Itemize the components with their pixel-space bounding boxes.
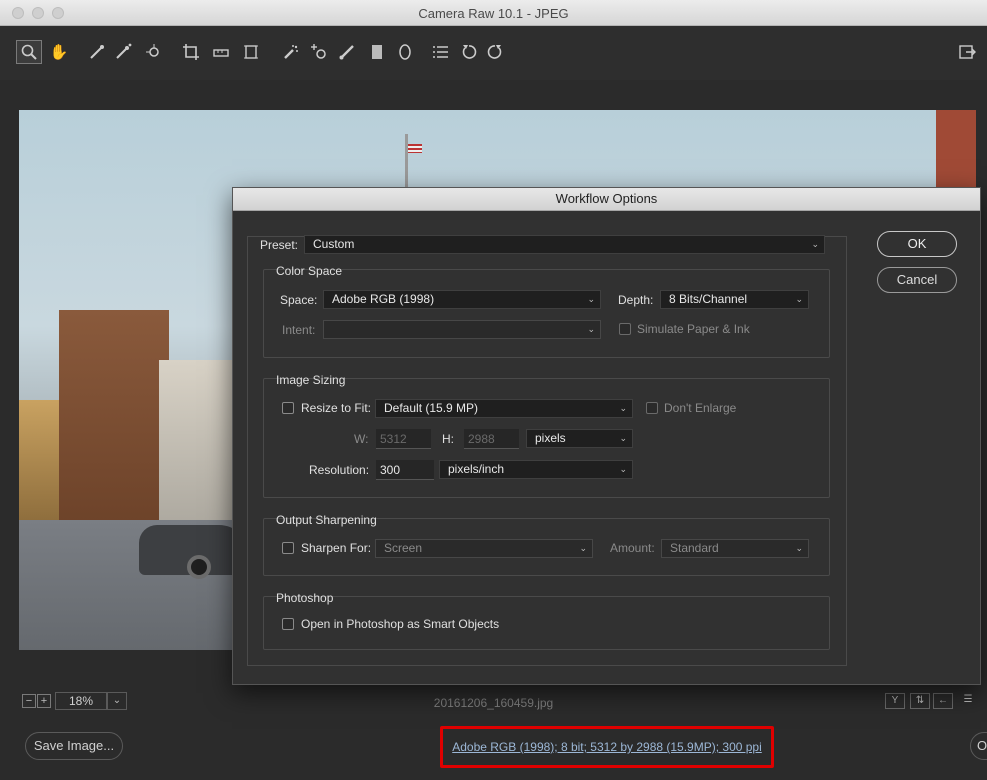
- chevron-down-icon: ⌄: [587, 294, 595, 304]
- open-image-button[interactable]: O: [970, 732, 987, 760]
- building: [59, 310, 169, 540]
- before-after-toggle[interactable]: Y: [885, 693, 905, 709]
- preset-select[interactable]: Custom ⌄: [304, 235, 825, 254]
- amount-label: Amount:: [610, 541, 655, 555]
- white-balance-icon[interactable]: [84, 40, 110, 64]
- resize-to-fit-checkbox[interactable]: [282, 402, 294, 414]
- depth-label: Depth:: [618, 293, 654, 307]
- status-bar: − + 18% ⌄ 20161206_160459.jpg Y ⇅ ← ☰: [0, 690, 987, 714]
- width-input[interactable]: 5312: [376, 429, 431, 449]
- workflow-options-link[interactable]: Adobe RGB (1998); 8 bit; 5312 by 2988 (1…: [440, 726, 774, 768]
- width-label: W:: [354, 432, 369, 446]
- chevron-down-icon: ⌄: [795, 543, 803, 553]
- adjustment-brush-icon[interactable]: [334, 40, 360, 64]
- crop-icon[interactable]: [178, 40, 204, 64]
- spot-removal-icon[interactable]: [278, 40, 304, 64]
- window-title: Camera Raw 10.1 - JPEG: [418, 6, 569, 21]
- rotate-right-icon[interactable]: [482, 40, 508, 64]
- dont-enlarge-label: Don't Enlarge: [664, 401, 737, 415]
- cancel-button[interactable]: Cancel: [877, 267, 957, 293]
- rotate-left-icon[interactable]: [456, 40, 482, 64]
- resize-to-fit-select[interactable]: Default (15.9 MP) ⌄: [375, 399, 633, 418]
- filename: 20161206_160459.jpg: [433, 696, 554, 710]
- resolution-unit-select[interactable]: pixels/inch ⌄: [439, 460, 633, 479]
- dont-enlarge-checkbox[interactable]: [646, 402, 658, 414]
- photoshop-group: Photoshop Open in Photoshop as Smart Obj…: [263, 591, 830, 650]
- chevron-down-icon: ⌄: [811, 239, 819, 249]
- group-title: Output Sharpening: [276, 513, 377, 527]
- smart-objects-checkbox[interactable]: [282, 618, 294, 630]
- resolution-label: Resolution:: [309, 463, 370, 477]
- preset-label: Preset:: [260, 238, 299, 252]
- toggle-fullscreen-icon[interactable]: [954, 40, 980, 64]
- sharpen-for-label: Sharpen For:: [301, 541, 372, 555]
- group-title: Image Sizing: [276, 373, 346, 387]
- intent-select[interactable]: ⌄: [323, 320, 601, 339]
- toolbar: ✋: [0, 26, 987, 80]
- simulate-paper-label: Simulate Paper & Ink: [637, 322, 750, 336]
- resolution-input[interactable]: 300: [376, 460, 434, 480]
- transform-icon[interactable]: [238, 40, 264, 64]
- depth-value: 8 Bits/Channel: [669, 292, 748, 306]
- flagpole: [405, 134, 408, 194]
- swap-settings-icon[interactable]: ⇅: [910, 693, 930, 709]
- depth-select[interactable]: 8 Bits/Channel ⌄: [660, 290, 809, 309]
- graduated-filter-icon[interactable]: [364, 40, 390, 64]
- chevron-down-icon: ⌄: [619, 403, 627, 413]
- height-input[interactable]: 2988: [464, 429, 519, 449]
- group-title: Color Space: [276, 264, 343, 278]
- output-sharpening-group: Output Sharpening Sharpen For: Screen ⌄ A…: [263, 513, 830, 576]
- workflow-options-dialog: Workflow Options Preset: Custom ⌄ Color S…: [232, 187, 981, 685]
- chevron-down-icon: ⌄: [619, 464, 627, 474]
- options-panel: Preset: Custom ⌄ Color Space Space: Adobe…: [247, 235, 847, 666]
- simulate-paper-checkbox[interactable]: [619, 323, 631, 335]
- chevron-down-icon: ⌄: [795, 294, 803, 304]
- size-unit-value: pixels: [535, 431, 566, 445]
- sharpen-for-checkbox[interactable]: [282, 542, 294, 554]
- chevron-down-icon: ⌄: [619, 433, 627, 443]
- dialog-title: Workflow Options: [233, 188, 980, 211]
- resize-to-fit-value: Default (15.9 MP): [384, 401, 479, 415]
- copy-settings-icon[interactable]: ←: [933, 693, 953, 709]
- preferences-icon[interactable]: [428, 40, 454, 64]
- chevron-down-icon: ⌄: [579, 543, 587, 553]
- smart-objects-label: Open in Photoshop as Smart Objects: [301, 617, 500, 631]
- red-eye-icon[interactable]: [306, 40, 332, 64]
- color-sampler-icon[interactable]: [110, 40, 136, 64]
- amount-value: Standard: [670, 541, 719, 555]
- sharpen-for-select[interactable]: Screen ⌄: [375, 539, 593, 558]
- image-sizing-group: Image Sizing Resize to Fit: Default (15.…: [263, 373, 830, 498]
- resize-to-fit-label: Resize to Fit:: [301, 401, 372, 415]
- title-bar: Camera Raw 10.1 - JPEG: [0, 0, 987, 26]
- space-label: Space:: [280, 293, 318, 307]
- size-unit-select[interactable]: pixels ⌄: [526, 429, 633, 448]
- radial-filter-icon[interactable]: [392, 40, 418, 64]
- straighten-icon[interactable]: [208, 40, 234, 64]
- chevron-down-icon: ⌄: [587, 324, 595, 334]
- resolution-unit-value: pixels/inch: [448, 462, 505, 476]
- targeted-adjustment-icon[interactable]: [141, 40, 167, 64]
- flag: [408, 144, 422, 153]
- color-space-group: Color Space Space: Adobe RGB (1998) ⌄ Dep…: [263, 264, 830, 358]
- space-value: Adobe RGB (1998): [332, 292, 435, 306]
- preset-value: Custom: [313, 237, 355, 251]
- height-label: H:: [442, 432, 454, 446]
- space-select[interactable]: Adobe RGB (1998) ⌄: [323, 290, 601, 309]
- sharpen-for-value: Screen: [384, 541, 423, 555]
- zoom-icon[interactable]: [16, 40, 42, 64]
- settings-icon[interactable]: ☰: [958, 693, 978, 709]
- ok-button[interactable]: OK: [877, 231, 957, 257]
- save-image-button[interactable]: Save Image...: [25, 732, 123, 760]
- hand-icon[interactable]: ✋: [46, 40, 72, 64]
- intent-label: Intent:: [282, 323, 316, 337]
- amount-select[interactable]: Standard ⌄: [661, 539, 809, 558]
- footer: Save Image... Adobe RGB (1998); 8 bit; 5…: [0, 714, 987, 780]
- group-title: Photoshop: [276, 591, 334, 605]
